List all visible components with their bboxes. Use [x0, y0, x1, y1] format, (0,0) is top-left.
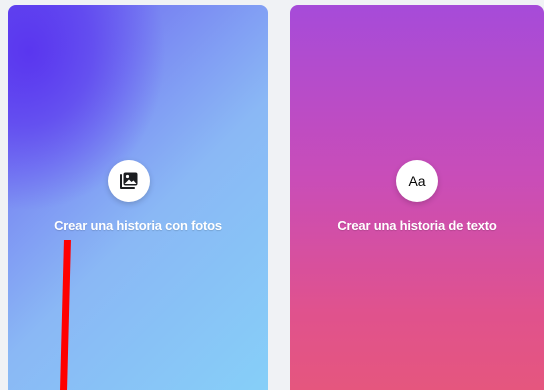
- text-story-icon-circle: Aa: [396, 160, 438, 202]
- photo-story-icon-circle: [108, 160, 150, 202]
- text-story-icon: Aa: [408, 173, 426, 189]
- create-text-story-card[interactable]: Aa Crear una historia de texto: [290, 5, 544, 390]
- create-photo-story-card[interactable]: Crear una historia con fotos: [8, 5, 268, 390]
- photo-story-label: Crear una historia con fotos: [54, 218, 222, 233]
- text-story-label: Crear una historia de texto: [337, 218, 497, 233]
- story-creation-area: Crear una historia con fotos Aa Crear un…: [0, 0, 544, 390]
- photo-story-icon: [120, 172, 138, 189]
